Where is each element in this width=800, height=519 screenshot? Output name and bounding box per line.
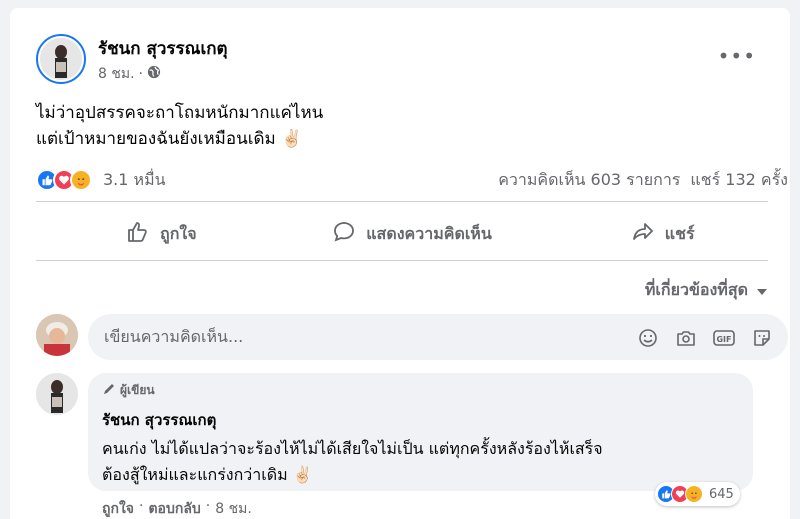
- comment-time[interactable]: 8 ชม.: [215, 498, 252, 519]
- camera-icon[interactable]: [674, 326, 698, 350]
- reaction-icons[interactable]: [36, 169, 92, 191]
- share-button[interactable]: แชร์: [537, 210, 788, 258]
- comment-button[interactable]: แสดงความคิดเห็น: [287, 210, 538, 258]
- comment-bubble: ผู้เขียน รัชนก สุวรรณเกตุ คนเก่ง ไม่ได้แ…: [88, 373, 753, 491]
- comment-text: คนเก่ง ไม่ได้แปลว่าจะร้องไห้ไม่ได้เสียใจ…: [102, 436, 739, 488]
- like-label: ถูกใจ: [160, 223, 197, 243]
- post-time[interactable]: 8 ชม.: [98, 63, 135, 85]
- pencil-icon: [102, 382, 116, 399]
- author-badge-label: ผู้เขียน: [120, 383, 155, 397]
- author-badge: ผู้เขียน: [102, 381, 739, 400]
- divider: [36, 201, 768, 202]
- author-avatar[interactable]: [36, 34, 86, 84]
- comment-input-placeholder: เขียนความคิดเห็น...: [104, 326, 244, 346]
- comment-reply-link[interactable]: ตอบกลับ: [148, 498, 200, 519]
- thumbs-up-icon: [126, 220, 150, 248]
- comment-sort-dropdown[interactable]: ที่เกี่ยวข้องที่สุด: [645, 278, 768, 303]
- commenter-avatar[interactable]: [36, 373, 78, 415]
- globe-icon: [147, 65, 161, 83]
- post-text-line: แต่เป้าหมายของฉันยังเหมือนเดิม ✌🏻: [36, 129, 303, 149]
- reactions-summary: 3.1 หมื่น ความคิดเห็น 603 รายการ แชร์ 13…: [36, 168, 788, 192]
- comment-like-link[interactable]: ถูกใจ: [102, 498, 134, 519]
- author-avatar-image: [40, 38, 82, 80]
- composer-icons: GIF: [636, 326, 774, 350]
- comment-text-line: ต้องสู้ใหม่และแกร่งกว่าเดิม ✌🏻: [102, 465, 313, 484]
- post-actions: ถูกใจ แสดงความคิดเห็น แชร์: [36, 210, 788, 258]
- comment-label: แสดงความคิดเห็น: [366, 223, 492, 243]
- post-text-line: ไม่ว่าอุปสรรคจะถาโถมหนักมากแค่ไหน: [36, 103, 324, 123]
- share-label: แชร์: [664, 223, 695, 243]
- comment-reaction-count: 645: [709, 486, 734, 502]
- gif-icon[interactable]: GIF: [712, 326, 736, 350]
- comment-text-line: คนเก่ง ไม่ได้แปลว่าจะร้องไห้ไม่ได้เสียใจ…: [102, 439, 603, 458]
- post-text: ไม่ว่าอุปสรรคจะถาโถมหนักมากแค่ไหน แต่เป้…: [36, 100, 323, 152]
- post-meta: 8 ชม. ·: [98, 63, 161, 85]
- meta-separator: ·: [138, 66, 143, 82]
- action-separator: ·: [139, 498, 144, 514]
- shares-count[interactable]: แชร์ 132 ครั้ง: [690, 168, 788, 193]
- share-arrow-icon: [631, 220, 655, 248]
- sort-label: ที่เกี่ยวข้องที่สุด: [644, 280, 748, 299]
- comments-count[interactable]: ความคิดเห็น 603 รายการ: [498, 168, 680, 193]
- comment-author-name[interactable]: รัชนก สุวรรณเกตุ: [102, 408, 739, 432]
- sticker-icon[interactable]: [750, 326, 774, 350]
- caret-down-icon: [756, 281, 768, 300]
- post-stats: ความคิดเห็น 603 รายการ แชร์ 132 ครั้ง: [498, 168, 788, 193]
- care-reaction-icon: [70, 169, 92, 191]
- reaction-count[interactable]: 3.1 หมื่น: [103, 168, 166, 193]
- comment-input[interactable]: เขียนความคิดเห็น... GIF: [88, 314, 788, 360]
- more-options-icon[interactable]: •••: [718, 44, 756, 68]
- emoji-icon[interactable]: [636, 326, 660, 350]
- like-button[interactable]: ถูกใจ: [36, 210, 287, 258]
- divider: [36, 260, 768, 261]
- care-reaction-icon: [685, 485, 703, 503]
- action-separator: ·: [205, 498, 211, 514]
- comment-actions: ถูกใจ · ตอบกลับ · 8 ชม.: [102, 498, 252, 519]
- comment-reactions[interactable]: 645: [655, 482, 740, 506]
- svg-text:GIF: GIF: [716, 335, 731, 344]
- current-user-avatar[interactable]: [36, 314, 78, 356]
- post-card: รัชนก สุวรรณเกตุ 8 ชม. · ••• ไม่ว่าอุปสร…: [10, 8, 790, 519]
- comment-bubble-icon: [332, 220, 356, 248]
- post-author-name[interactable]: รัชนก สุวรรณเกตุ: [98, 35, 228, 62]
